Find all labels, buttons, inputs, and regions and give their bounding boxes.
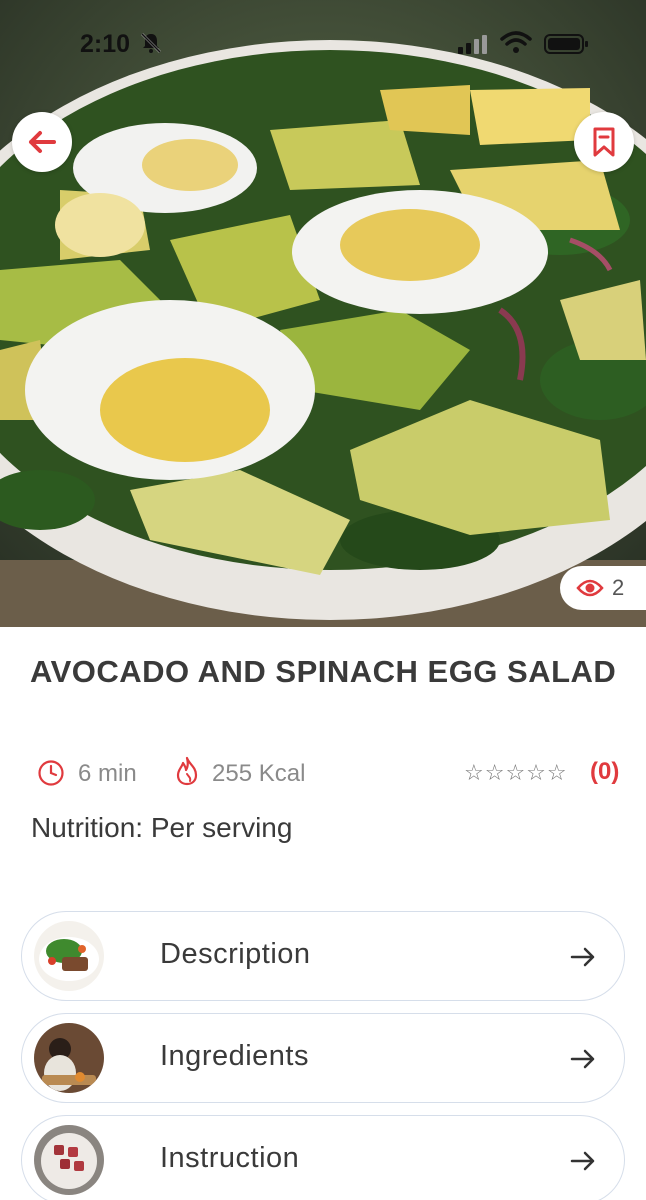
clock-icon — [38, 760, 64, 786]
ingredients-label: Ingredients — [160, 1040, 309, 1072]
prep-time: 6 min — [78, 760, 137, 787]
status-time: 2:10 — [80, 30, 131, 58]
instruction-thumbnail — [34, 1125, 104, 1195]
wifi-icon — [500, 31, 532, 53]
salad-photo — [0, 0, 646, 627]
flame-icon — [176, 756, 198, 786]
status-bar: 2:10 — [0, 0, 646, 90]
views-badge: 2 — [560, 566, 646, 610]
instruction-card[interactable]: Instruction — [21, 1115, 625, 1200]
bookmark-icon — [593, 127, 615, 157]
rating-stars[interactable]: ☆☆☆☆☆ — [464, 760, 568, 786]
ingredients-thumbnail — [34, 1023, 104, 1093]
description-card[interactable]: Description — [21, 911, 625, 1001]
silent-bell-icon — [141, 33, 161, 53]
bookmark-button[interactable] — [574, 112, 634, 172]
arrow-left-icon — [29, 131, 56, 153]
back-button[interactable] — [12, 112, 72, 172]
arrow-right-icon — [570, 947, 595, 967]
description-label: Description — [160, 938, 311, 970]
nutrition-info: Nutrition: Per serving — [31, 812, 293, 843]
cellular-signal-icon — [458, 35, 487, 54]
instruction-label: Instruction — [160, 1142, 300, 1174]
recipe-hero-image — [0, 0, 646, 627]
arrow-right-icon — [570, 1049, 595, 1069]
ingredients-card[interactable]: Ingredients — [21, 1013, 625, 1103]
battery-icon — [544, 34, 588, 54]
arrow-right-icon — [570, 1151, 595, 1171]
views-count: 2 — [612, 575, 625, 600]
calories: 255 Kcal — [212, 760, 306, 787]
eye-icon — [576, 579, 604, 597]
rating-count: (0) — [590, 758, 620, 785]
description-thumbnail — [34, 921, 104, 991]
recipe-title: AVOCADO AND SPINACH EGG SALAD — [30, 654, 617, 689]
